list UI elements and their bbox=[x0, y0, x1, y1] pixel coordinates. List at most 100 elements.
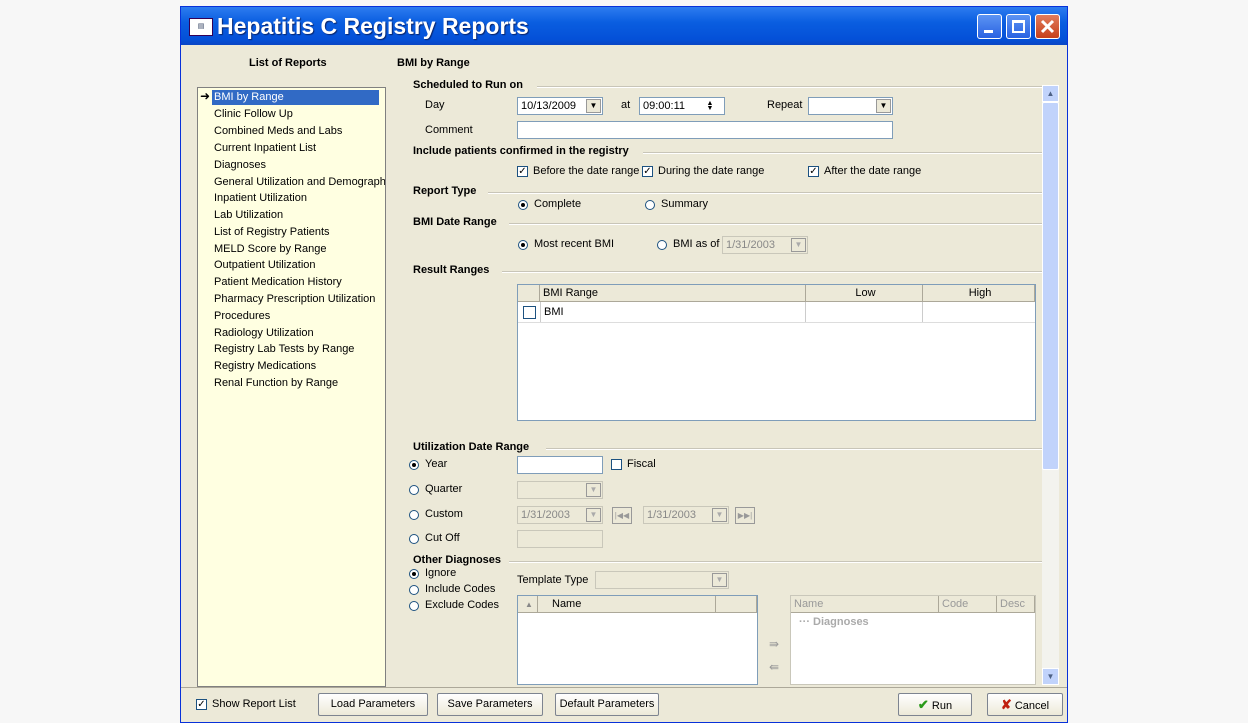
chevron-down-icon[interactable]: ▼ bbox=[791, 238, 806, 252]
scroll-up-icon[interactable]: ▲ bbox=[1042, 85, 1059, 102]
bmi-as-of-date-picker[interactable]: 1/31/2003 ▼ bbox=[722, 236, 808, 254]
app-icon: ▤ bbox=[189, 18, 213, 36]
default-parameters-button[interactable]: Default Parameters bbox=[555, 693, 659, 716]
run-label: Run bbox=[931, 700, 953, 712]
year-radio[interactable] bbox=[409, 460, 419, 470]
ignore-radio[interactable] bbox=[409, 569, 419, 579]
high-cell[interactable] bbox=[923, 302, 1035, 322]
minimize-button[interactable] bbox=[977, 14, 1002, 39]
grid-col-desc[interactable]: Desc bbox=[997, 596, 1035, 613]
move-right-icon[interactable]: ⇛ bbox=[769, 637, 779, 651]
report-item[interactable]: Pharmacy Prescription Utilization bbox=[212, 292, 377, 307]
chevron-down-icon[interactable]: ▼ bbox=[712, 573, 727, 587]
report-list[interactable]: ➜ BMI by Range Clinic Follow Up Combined… bbox=[197, 87, 386, 687]
close-button[interactable] bbox=[1035, 14, 1060, 39]
section-divider bbox=[488, 192, 1042, 194]
bmi-as-of-radio[interactable] bbox=[657, 240, 667, 250]
before-range-checkbox[interactable]: ✓ bbox=[517, 166, 528, 177]
report-item[interactable]: BMI by Range bbox=[212, 90, 379, 105]
report-item[interactable]: Outpatient Utilization bbox=[212, 258, 318, 273]
run-button[interactable]: ✔ Run bbox=[898, 693, 972, 716]
report-item[interactable]: List of Registry Patients bbox=[212, 225, 332, 240]
chevron-down-icon[interactable]: ▼ bbox=[876, 99, 891, 113]
low-cell[interactable] bbox=[806, 302, 923, 322]
after-range-checkbox[interactable]: ✓ bbox=[808, 166, 819, 177]
spinner-arrows-icon[interactable]: ▲ ▼ bbox=[704, 100, 716, 112]
checkmark-icon: ✔ bbox=[917, 697, 929, 712]
maximize-button[interactable] bbox=[1006, 14, 1031, 39]
quarter-radio[interactable] bbox=[409, 485, 419, 495]
diagnoses-codes-grid[interactable]: Name Code Desc ··· Diagnoses bbox=[790, 595, 1036, 685]
day-date-picker[interactable]: 10/13/2009 ▼ bbox=[517, 97, 603, 115]
report-item[interactable]: Inpatient Utilization bbox=[212, 191, 309, 206]
save-parameters-button[interactable]: Save Parameters bbox=[437, 693, 543, 716]
report-item[interactable]: Registry Medications bbox=[212, 359, 318, 374]
scroll-thumb[interactable] bbox=[1042, 102, 1059, 470]
report-item[interactable]: MELD Score by Range bbox=[212, 242, 329, 257]
chevron-down-icon[interactable]: ▼ bbox=[586, 508, 601, 522]
cutoff-radio[interactable] bbox=[409, 534, 419, 544]
exclude-codes-radio[interactable] bbox=[409, 601, 419, 611]
scroll-down-icon[interactable]: ▼ bbox=[1042, 668, 1059, 685]
most-recent-bmi-radio[interactable] bbox=[518, 240, 528, 250]
vertical-scrollbar[interactable]: ▲ ▼ bbox=[1042, 85, 1059, 685]
result-ranges-grid[interactable]: BMI Range Low High BMI bbox=[517, 284, 1036, 421]
row-checkbox[interactable] bbox=[523, 306, 536, 319]
section-divider bbox=[643, 152, 1042, 154]
report-item[interactable]: Patient Medication History bbox=[212, 275, 344, 290]
cutoff-input[interactable] bbox=[517, 530, 603, 548]
load-parameters-button[interactable]: Load Parameters bbox=[318, 693, 428, 716]
comment-input[interactable] bbox=[517, 121, 893, 139]
summary-radio[interactable] bbox=[645, 200, 655, 210]
report-item[interactable]: Procedures bbox=[212, 309, 272, 324]
quarter-select[interactable]: ▼ bbox=[517, 481, 603, 499]
title-bar[interactable]: ▤ Hepatitis C Registry Reports bbox=[181, 7, 1067, 45]
grid-col-bmi-range[interactable]: BMI Range bbox=[540, 285, 806, 302]
report-type-section-title: Report Type bbox=[413, 185, 477, 197]
complete-radio[interactable] bbox=[518, 200, 528, 210]
cancel-button[interactable]: ✘ Cancel bbox=[987, 693, 1063, 716]
show-report-list-checkbox[interactable]: ✓ bbox=[196, 699, 207, 710]
result-ranges-section-title: Result Ranges bbox=[413, 264, 490, 276]
report-item[interactable]: Combined Meds and Labs bbox=[212, 124, 344, 139]
grid-col-code[interactable]: Code bbox=[939, 596, 997, 613]
custom-from-date-picker[interactable]: 1/31/2003 ▼ bbox=[517, 506, 603, 524]
report-item[interactable]: Lab Utilization bbox=[212, 208, 285, 223]
diagnoses-group-text: Diagnoses bbox=[813, 616, 869, 628]
close-icon bbox=[1040, 19, 1055, 34]
chevron-down-icon[interactable]: ▼ bbox=[712, 508, 727, 522]
template-type-select[interactable]: ▼ bbox=[595, 571, 729, 589]
cutoff-label: Cut Off bbox=[425, 532, 460, 544]
grid-col-high[interactable]: High bbox=[923, 285, 1035, 302]
move-left-icon[interactable]: ⇚ bbox=[769, 660, 779, 674]
diagnosis-templates-grid[interactable]: ▲ Name bbox=[517, 595, 758, 685]
custom-label: Custom bbox=[425, 508, 463, 520]
chevron-down-icon[interactable]: ▼ bbox=[586, 483, 601, 497]
grid-col-low[interactable]: Low bbox=[806, 285, 923, 302]
table-row[interactable]: BMI bbox=[518, 302, 1035, 323]
report-item[interactable]: Renal Function by Range bbox=[212, 376, 340, 391]
during-range-checkbox[interactable]: ✓ bbox=[642, 166, 653, 177]
report-item[interactable]: Diagnoses bbox=[212, 158, 268, 173]
report-item[interactable]: Radiology Utilization bbox=[212, 326, 316, 341]
maximize-icon bbox=[1012, 20, 1025, 33]
year-input[interactable] bbox=[517, 456, 603, 474]
sort-up-icon[interactable]: ▲ bbox=[518, 596, 538, 613]
report-item[interactable]: General Utilization and Demograph... bbox=[212, 175, 385, 190]
custom-radio[interactable] bbox=[409, 510, 419, 520]
fiscal-checkbox[interactable] bbox=[611, 459, 622, 470]
report-item[interactable]: Clinic Follow Up bbox=[212, 107, 295, 122]
grid-col-name[interactable]: Name bbox=[538, 596, 716, 613]
repeat-select[interactable]: ▼ bbox=[808, 97, 893, 115]
report-item[interactable]: Registry Lab Tests by Range bbox=[212, 342, 356, 357]
skip-forward-icon[interactable]: ▶▶| bbox=[735, 507, 755, 524]
grid-col-name[interactable]: Name bbox=[791, 596, 939, 613]
chevron-down-icon[interactable]: ▼ bbox=[586, 99, 601, 113]
time-spinner[interactable]: 09:00:11 ▲ ▼ bbox=[639, 97, 725, 115]
cancel-label: Cancel bbox=[1014, 700, 1050, 712]
report-item[interactable]: Current Inpatient List bbox=[212, 141, 318, 156]
custom-to-date-picker[interactable]: 1/31/2003 ▼ bbox=[643, 506, 729, 524]
skip-back-icon[interactable]: |◀◀ bbox=[612, 507, 632, 524]
include-section-title: Include patients confirmed in the regist… bbox=[413, 145, 629, 157]
include-codes-radio[interactable] bbox=[409, 585, 419, 595]
